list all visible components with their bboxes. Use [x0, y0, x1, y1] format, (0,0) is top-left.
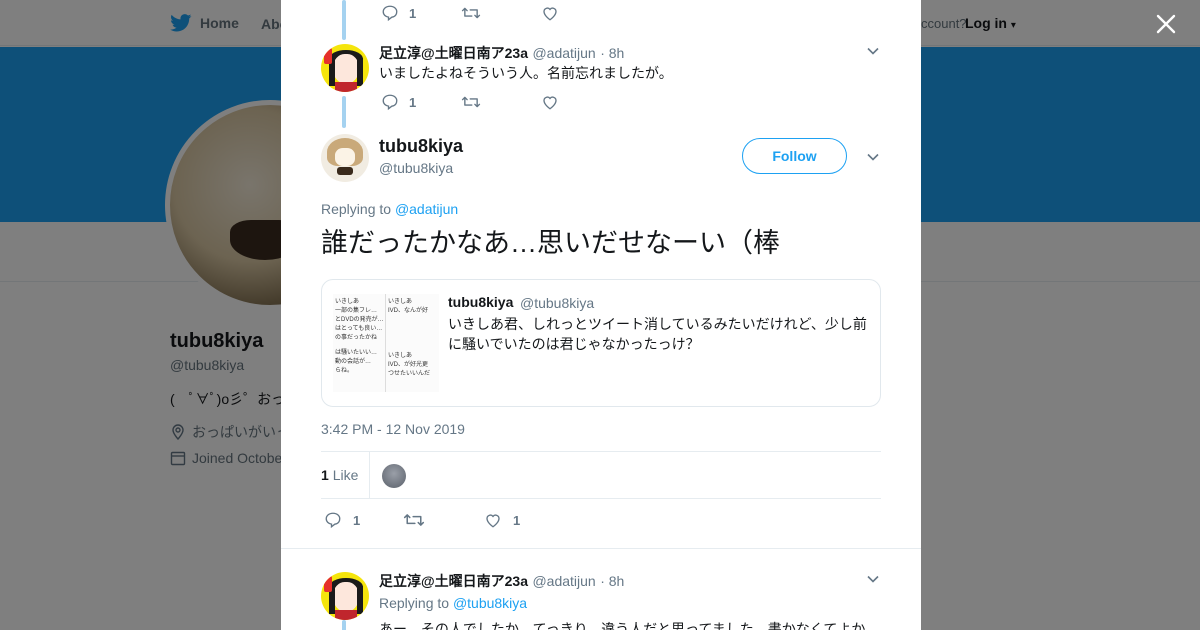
avatar-adatijun[interactable]: [321, 572, 369, 620]
avatar-hair: [357, 586, 363, 614]
chevron-down-icon[interactable]: [866, 44, 880, 58]
likes-label: Like: [332, 467, 359, 483]
retweet-action[interactable]: [403, 511, 483, 529]
main-user-handle[interactable]: @tubu8kiya: [379, 160, 453, 176]
liker-avatar[interactable]: [382, 464, 406, 488]
likes-count: 1: [321, 467, 329, 483]
avatar-face: [333, 582, 359, 612]
avatar-tubu8kiya[interactable]: [321, 134, 369, 182]
chevron-down-icon[interactable]: [866, 150, 880, 164]
image-text-left: いきしあ 一部の集フレ… とDVDの発売が… はとっても良い… の事だったかね …: [335, 298, 384, 376]
reply-icon: [382, 94, 398, 111]
tweet-stats: 1 Like: [321, 451, 881, 499]
replying-prefix: Replying to: [321, 201, 392, 217]
image-line: 一部の集フレ…: [335, 308, 378, 314]
user-handle[interactable]: @adatijun: [532, 573, 595, 589]
like-action[interactable]: [541, 4, 621, 22]
like-action[interactable]: 1: [483, 511, 563, 529]
follow-button[interactable]: Follow: [742, 138, 847, 174]
chevron-down-icon[interactable]: [866, 572, 880, 586]
thread-line: [342, 96, 346, 128]
reply-action[interactable]: 1: [381, 4, 461, 22]
avatar-mark: [324, 576, 332, 592]
tweet-timestamp[interactable]: 3:42 PM - 12 Nov 2019: [321, 421, 465, 437]
quoted-user-name: tubu8kiya: [448, 294, 514, 310]
reply-action[interactable]: 1: [323, 511, 403, 529]
avatar-mark: [324, 48, 332, 64]
image-divider: [385, 294, 386, 392]
tweet-actions: 1: [381, 93, 621, 111]
quoted-tweet[interactable]: いきしあ 一部の集フレ… とDVDの発売が… はとっても良い… の事だったかね …: [321, 279, 881, 407]
user-name[interactable]: 足立淳@土曜日南ア23a: [379, 45, 528, 61]
tweet-time[interactable]: · 8h: [600, 573, 624, 589]
image-line: IVD、なんが好: [388, 308, 429, 314]
reply-count: 1: [353, 512, 361, 528]
thread-line: [342, 0, 346, 40]
reply-icon: [325, 512, 341, 529]
close-icon[interactable]: [1154, 12, 1178, 36]
image-line: はとっても良い…: [335, 326, 383, 332]
tweet-header: 足立淳@土曜日南ア23a @adatijun · 8h: [379, 43, 624, 63]
image-line: は騒いたいい…: [335, 350, 378, 356]
main-user-name[interactable]: tubu8kiya: [379, 136, 463, 157]
image-line: いきしあ: [388, 299, 413, 305]
image-line: の事だったかね: [335, 335, 378, 341]
image-line: いきしあ: [335, 299, 360, 305]
main-tweet-text: 誰だったかなあ…思いだせなーい（棒: [321, 228, 780, 258]
retweet-icon: [461, 7, 481, 19]
thread-line: [342, 620, 346, 630]
reply-count: 1: [409, 5, 417, 21]
heart-icon: [543, 96, 557, 110]
reply-count: 1: [409, 94, 417, 110]
avatar-adatijun[interactable]: [321, 44, 369, 92]
image-line: いきしあ: [388, 353, 413, 359]
tweet-modal: 1 足立淳@土曜日南ア23a @adatijun · 8h いましたよねそういう…: [281, 0, 921, 630]
retweet-action[interactable]: [461, 4, 541, 22]
user-name[interactable]: 足立淳@土曜日南ア23a: [379, 573, 528, 589]
retweet-icon: [461, 96, 481, 108]
heart-icon: [543, 7, 557, 21]
like-action[interactable]: [541, 93, 621, 111]
avatar-face: [333, 54, 359, 84]
image-line: IVD、が好光更: [388, 362, 429, 368]
replying-handle-link[interactable]: @adatijun: [395, 201, 458, 217]
replying-to: Replying to @adatijun: [321, 201, 458, 217]
quoted-tweet-text: いきしあ君、しれっとツイート消しているみたいだけれど、少し前に騒いでいたのは君じ…: [448, 316, 867, 352]
reply-action[interactable]: 1: [381, 93, 461, 111]
replying-prefix: Replying to: [379, 595, 450, 611]
quoted-user-handle: @tubu8kiya: [520, 295, 595, 311]
like-count: 1: [513, 512, 521, 528]
divider: [281, 548, 921, 549]
likes-stat[interactable]: 1 Like: [321, 467, 358, 483]
replying-handle-link[interactable]: @tubu8kiya: [453, 595, 527, 611]
prev-tweet-actions: 1: [381, 4, 621, 22]
reply-icon: [382, 5, 398, 22]
image-line: 動の会話が…: [335, 359, 372, 365]
avatar-bow: [337, 167, 353, 175]
image-line: とDVDの発売が…: [335, 317, 384, 323]
avatar-hair: [357, 58, 363, 86]
main-tweet-actions: 1 1: [323, 511, 563, 529]
stats-divider: [369, 452, 370, 498]
tweet-header: 足立淳@土曜日南ア23a @adatijun · 8h: [379, 571, 624, 591]
heart-icon: [486, 514, 500, 528]
tweet-text: あー、その人でしたか。てっきり、違う人だと思ってました。書かなくてよか: [379, 621, 866, 630]
avatar-face: [335, 148, 355, 166]
image-line: らね。: [335, 368, 354, 374]
retweet-icon: [403, 514, 425, 526]
tweet-time[interactable]: · 8h: [600, 45, 624, 61]
avatar-body: [335, 610, 357, 620]
tweet-text: いましたよねそういう人。名前忘れましたが。: [379, 65, 673, 81]
user-handle[interactable]: @adatijun: [532, 45, 595, 61]
avatar-body: [335, 82, 357, 92]
replying-to: Replying to @tubu8kiya: [379, 595, 527, 611]
image-text-right: いきしあ IVD、なんが好 いきしあ IVD、が好光更 つせたいいんだ: [388, 298, 438, 379]
quoted-tweet-image: いきしあ 一部の集フレ… とDVDの発売が… はとっても良い… の事だったかね …: [333, 294, 439, 392]
image-line: つせたいいんだ: [388, 371, 431, 377]
retweet-action[interactable]: [461, 93, 541, 111]
